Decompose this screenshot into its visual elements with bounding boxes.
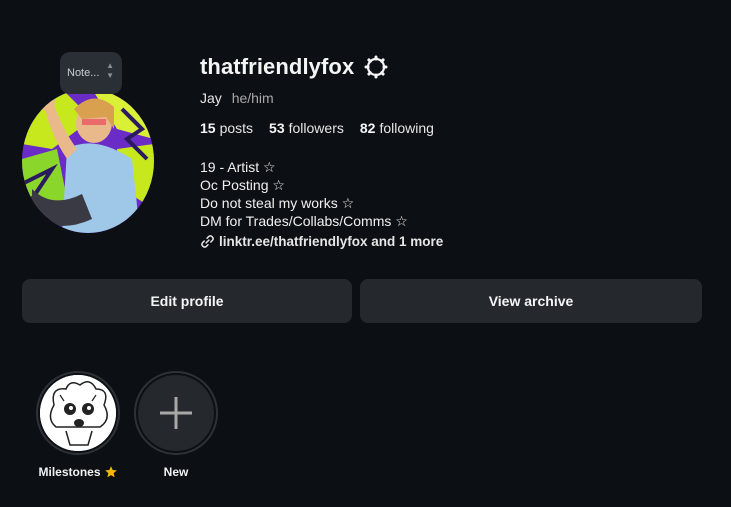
stat-posts: 15 posts bbox=[200, 120, 253, 136]
avatar-artwork bbox=[22, 89, 154, 233]
highlight-cover-drawing bbox=[40, 375, 116, 451]
stat-followers[interactable]: 53 followers bbox=[269, 120, 344, 136]
avatar-container[interactable] bbox=[22, 89, 154, 233]
name-row: Jay he/him bbox=[200, 90, 274, 106]
bio-line: DM for Trades/Collabs/Comms ☆ bbox=[200, 213, 408, 229]
display-name: Jay bbox=[200, 90, 222, 106]
pronouns: he/him bbox=[231, 90, 274, 106]
star-emoji-icon bbox=[104, 466, 117, 478]
edit-profile-label: Edit profile bbox=[150, 293, 224, 309]
highlight-label-row: Milestones bbox=[36, 465, 120, 479]
note-bubble[interactable]: Note... ▲ ▼ bbox=[60, 52, 122, 94]
stat-count: 15 bbox=[200, 120, 216, 136]
gear-icon[interactable] bbox=[364, 55, 388, 79]
highlight-label: Milestones bbox=[38, 465, 101, 479]
username: thatfriendlyfox bbox=[200, 54, 355, 79]
stat-label: following bbox=[379, 120, 434, 136]
bio-line: 19 - Artist ☆ bbox=[200, 159, 276, 175]
bio-line: Do not steal my works ☆ bbox=[200, 195, 355, 211]
link-text: linktr.ee/thatfriendlyfox and 1 more bbox=[219, 234, 444, 249]
plus-icon bbox=[160, 397, 192, 429]
highlight-ring bbox=[36, 371, 120, 455]
avatar[interactable] bbox=[22, 89, 154, 233]
stat-label: posts bbox=[219, 120, 254, 136]
highlight-milestones[interactable]: Milestones bbox=[36, 371, 120, 479]
profile-stats: 15 posts 53 followers 82 following bbox=[200, 120, 434, 136]
edit-profile-button[interactable]: Edit profile bbox=[22, 279, 352, 323]
highlight-label-row: New bbox=[134, 465, 218, 479]
highlight-label: New bbox=[163, 465, 189, 479]
profile-link[interactable]: linktr.ee/thatfriendlyfox and 1 more bbox=[200, 234, 443, 249]
stat-label: followers bbox=[288, 120, 344, 136]
profile-page: Note... ▲ ▼ thatfriendlyfox Jay he/him 1… bbox=[0, 0, 731, 507]
view-archive-button[interactable]: View archive bbox=[360, 279, 702, 323]
stat-count: 53 bbox=[269, 120, 285, 136]
stat-following[interactable]: 82 following bbox=[360, 120, 434, 136]
highlight-new-cover bbox=[138, 375, 214, 451]
highlight-ring bbox=[134, 371, 218, 455]
note-placeholder: Note... bbox=[67, 67, 100, 79]
highlight-cover bbox=[40, 375, 116, 451]
bio-line: Oc Posting ☆ bbox=[200, 177, 285, 193]
bio: 19 - Artist ☆ Oc Posting ☆ Do not steal … bbox=[200, 158, 408, 230]
username-row: thatfriendlyfox bbox=[200, 54, 388, 80]
link-icon bbox=[201, 235, 214, 248]
stat-count: 82 bbox=[359, 120, 376, 136]
highlight-new[interactable]: New bbox=[134, 371, 218, 479]
chevron-up-down-icon: ▲ ▼ bbox=[106, 61, 114, 80]
view-archive-label: View archive bbox=[488, 293, 574, 309]
